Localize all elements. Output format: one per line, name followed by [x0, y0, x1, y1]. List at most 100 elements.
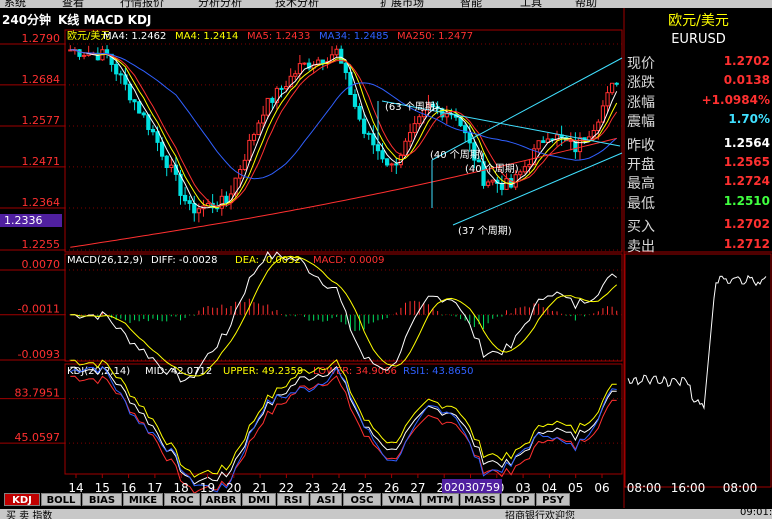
tab-asi[interactable]: ASI [310, 493, 342, 506]
candle-body [242, 159, 247, 171]
candle-body [160, 141, 165, 157]
tab-kdj[interactable]: KDJ [4, 493, 40, 506]
y-tick-label: 1.2684 [22, 73, 61, 86]
tab-osc[interactable]: OSC [343, 493, 381, 506]
legend-item: MA4: 1.2414 [175, 31, 238, 42]
candle-body [605, 92, 610, 107]
menu-item[interactable]: 技术分析 [275, 0, 319, 8]
quote-title: 欧元/美元 [668, 13, 729, 29]
candle-body [343, 62, 348, 74]
quote-label: 最低 [627, 195, 655, 212]
legend-item: MID: 42.0712 [145, 366, 212, 377]
legend-item: MA34: 1.2485 [319, 31, 389, 42]
y-tick-label: 1.2577 [22, 114, 61, 127]
menu-item[interactable]: 扩展市场 [380, 0, 424, 8]
tab-arbr[interactable]: ARBR [201, 493, 241, 506]
candle-body [334, 48, 339, 56]
menu-item[interactable]: 分析分析 [198, 0, 242, 8]
candle-body [504, 178, 509, 190]
status-left: 买 卖 指数 [6, 511, 53, 519]
quote-row: 涨幅 +1.0984% [625, 91, 772, 111]
candle-body [467, 132, 472, 144]
quote-value: 1.70% [728, 112, 770, 127]
tab-mike[interactable]: MIKE [123, 493, 163, 506]
menu-item[interactable]: 系统 [4, 0, 26, 8]
y-tick-label: -0.0093 [18, 348, 60, 361]
candle-body [600, 105, 606, 123]
candle-body [568, 139, 573, 142]
candle-body [118, 73, 123, 76]
legend-item: MA250: 1.2477 [397, 31, 473, 42]
candle-body [394, 163, 399, 166]
status-bar: 买 卖 指数 招商银行欢迎您 09:01:49 [0, 509, 772, 519]
ma4-line [70, 49, 618, 209]
candle-body [614, 82, 619, 85]
quote-panel: 欧元/美元 EURUSD 现价 1.2702 涨跌 0.0138 涨幅 +1.0984% 震… [625, 8, 772, 255]
candle-body [196, 208, 201, 214]
quote-label: 开盘 [627, 157, 655, 173]
quote-value: 1.2702 [723, 54, 770, 68]
candle-body [150, 128, 156, 133]
mini-x-label: 08:00 [627, 481, 662, 495]
tab-cdp[interactable]: CDP [501, 493, 535, 506]
quote-value: 1.2712 [723, 236, 770, 251]
menu-item[interactable]: 查看 [62, 0, 84, 8]
tab-bias[interactable]: BIAS [82, 493, 122, 506]
quote-code: EURUSD [671, 32, 726, 47]
candle-body [261, 114, 266, 124]
candle-body [380, 150, 385, 160]
ma4b-line [70, 49, 618, 209]
y-tick-label: 45.0597 [15, 431, 61, 444]
candle-body [486, 181, 491, 186]
trend-line [431, 57, 623, 161]
candle-body [541, 140, 546, 143]
candle-body [141, 112, 146, 116]
mini-x-label: 08:00 [723, 481, 758, 495]
candle-body [536, 140, 541, 150]
tab-mass[interactable]: MASS [460, 493, 500, 506]
candle-body [164, 155, 169, 169]
mini-frame [624, 253, 772, 488]
candle-body [362, 118, 367, 134]
candle-body [527, 164, 532, 168]
status-center: 招商银行欢迎您 [505, 511, 575, 519]
quote-row: 涨跌 0.0138 [625, 71, 772, 91]
tab-mtm[interactable]: MTM [421, 493, 459, 506]
y-tick-label: 0.0070 [22, 258, 61, 271]
tab-roc[interactable]: ROC [164, 493, 200, 506]
menu-item[interactable]: 帮助 [575, 0, 597, 8]
tab-dmi[interactable]: DMI [242, 493, 276, 506]
quote-row: 买入 1.2702 [625, 215, 772, 235]
tab-vma[interactable]: VMA [382, 493, 420, 506]
candle-body [499, 182, 505, 190]
legend-item: MACD(26,12,9) [67, 255, 143, 266]
quote-label: 昨收 [627, 137, 655, 154]
candle-body [522, 166, 527, 173]
candle-body [187, 200, 192, 204]
quote-row: 最高 1.2724 [625, 172, 772, 192]
candle-body [417, 116, 422, 125]
legend-item: UPPER: 49.2359 [223, 366, 303, 377]
candle-body [247, 139, 252, 161]
rsi-line [70, 365, 617, 493]
menu-item[interactable]: 行情报价 [120, 0, 164, 8]
legend-item: RSI1: 43.8650 [403, 366, 474, 377]
tab-rsi[interactable]: RSI [277, 493, 309, 506]
candle-body [389, 163, 394, 166]
menu-item[interactable]: 智能 [460, 0, 482, 8]
candle-body [412, 123, 417, 134]
candle-body [490, 179, 495, 183]
candle-body [192, 202, 197, 214]
y-tick-label: 1.2364 [22, 196, 61, 209]
candle-body [251, 134, 257, 141]
legend-item: LOWER: 34.9066 [313, 366, 397, 377]
tab-psy[interactable]: PSY [536, 493, 570, 506]
status-time: 09:01:49 [740, 509, 772, 518]
candle-body [81, 54, 87, 57]
candle-body [297, 63, 302, 75]
ma5-line [70, 49, 618, 207]
quote-row: 震幅 1.70% [625, 110, 772, 130]
menu-item[interactable]: 工具 [520, 0, 542, 8]
cycle-annotation: (37 个周期) [458, 225, 512, 237]
tab-boll[interactable]: BOLL [41, 493, 81, 506]
